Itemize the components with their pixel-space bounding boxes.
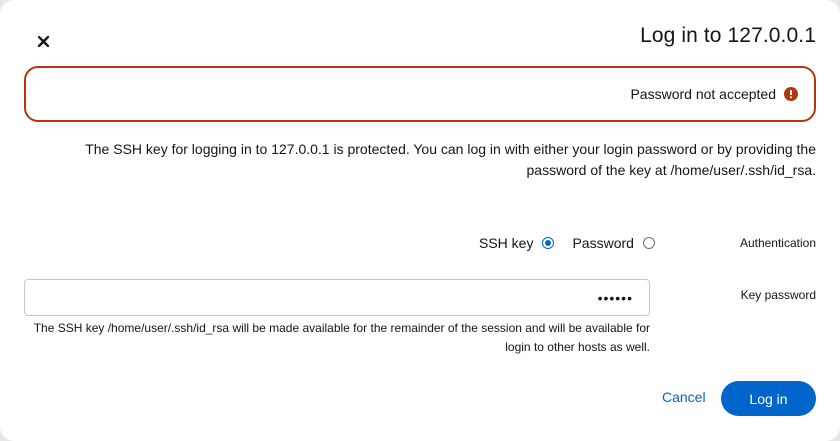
error-alert: Password not accepted bbox=[24, 66, 816, 122]
authentication-label: Authentication bbox=[739, 236, 816, 250]
key-password-helper: The SSH key /home/user/.ssh/id_rsa will … bbox=[33, 321, 650, 354]
alert-text: Password not accepted bbox=[630, 86, 776, 102]
radio-ssh-key[interactable]: SSH key bbox=[479, 235, 555, 251]
key-password-value: •••••• bbox=[597, 289, 633, 306]
dialog-title: Log in to 127.0.0.1 bbox=[640, 24, 816, 47]
error-icon bbox=[784, 87, 798, 101]
key-password-input[interactable]: •••••• bbox=[24, 279, 650, 316]
login-dialog: Log in to 127.0.0.1 Password not accepte… bbox=[0, 0, 840, 441]
radio-password-label: Password bbox=[572, 235, 634, 251]
authentication-radio-group: SSH key Password bbox=[479, 235, 655, 251]
radio-password[interactable]: Password bbox=[572, 235, 655, 251]
close-button[interactable] bbox=[31, 29, 55, 53]
description-text: The SSH key for logging in to 127.0.0.1 … bbox=[85, 141, 816, 178]
radio-ssh-key-label: SSH key bbox=[479, 235, 534, 251]
radio-ssh-key-input[interactable] bbox=[542, 237, 555, 249]
cancel-button[interactable]: Cancel bbox=[662, 389, 706, 405]
close-icon bbox=[37, 35, 49, 47]
login-button[interactable]: Log in bbox=[721, 381, 816, 416]
radio-password-input[interactable] bbox=[642, 237, 655, 249]
key-password-label: Key password bbox=[740, 288, 816, 302]
